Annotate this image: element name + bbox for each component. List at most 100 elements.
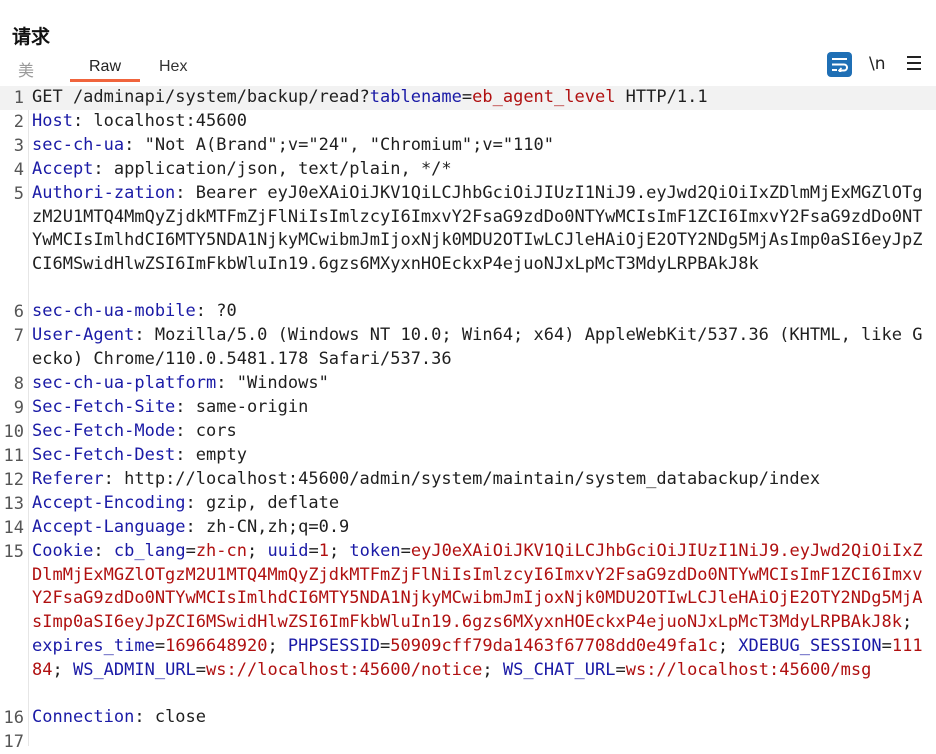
header-name: User-Agent — [32, 325, 135, 345]
request-line[interactable]: 15 Cookie: cb_lang=zh-cn; uuid=1; token=e… — [0, 540, 936, 706]
header-name: Cookie — [32, 541, 94, 561]
request-line[interactable]: 13 Accept-Encoding: gzip, deflate — [0, 492, 936, 516]
header-name: Referer — [32, 469, 104, 489]
line-number: 3 — [13, 136, 24, 156]
request-line[interactable]: 3 sec-ch-ua: "Not A(Brand";v="24", "Chrom… — [0, 134, 936, 158]
header-name: Authori-zation — [32, 183, 176, 203]
equals-sign: = — [400, 541, 411, 561]
line-content: GET /adminapi/system/backup/read?tablena… — [32, 86, 928, 110]
line-number: 5 — [13, 184, 24, 204]
header-name: Accept-Encoding — [32, 493, 186, 513]
header-name: Connection — [32, 707, 135, 727]
cookie-name: PHPSESSID — [287, 635, 381, 656]
request-line[interactable]: 14 Accept-Language: zh-CN,zh;q=0.9 — [0, 516, 936, 540]
header-value: : http://localhost:45600/admin/system/ma… — [103, 469, 821, 489]
cookie-value: ws://localhost:45600/msg — [625, 659, 872, 680]
request-method-path: GET /adminapi/system/backup/read? — [32, 87, 370, 107]
tab-pretty[interactable]: 美 — [18, 57, 34, 81]
request-line[interactable]: 10 Sec-Fetch-Mode: cors — [0, 420, 936, 444]
cookie-value: ws://localhost:45600/notice — [206, 659, 483, 680]
cookie-separator: ; — [901, 612, 923, 633]
header-name: Host — [32, 111, 73, 131]
show-newlines-button[interactable]: \n — [869, 54, 886, 74]
line-content: User-Agent: Mozilla/5.0 (Windows NT 10.0… — [32, 324, 928, 371]
cookie-name: cb_lang — [113, 541, 186, 561]
panel-title: 请求 — [12, 26, 51, 48]
cookie-separator: ; — [52, 659, 73, 680]
header-value: : "Windows" — [216, 373, 329, 393]
line-number: 4 — [13, 160, 24, 180]
wrap-lines-button[interactable] — [827, 52, 852, 77]
line-content: Accept-Language: zh-CN,zh;q=0.9 — [32, 516, 928, 540]
cookie-separator: ; — [717, 635, 739, 656]
cookie-name: uuid — [267, 541, 309, 561]
line-content: Referer: http://localhost:45600/admin/sy… — [32, 468, 928, 492]
line-number: 11 — [3, 446, 24, 466]
cookie-value: zh-cn — [195, 541, 247, 561]
line-number: 14 — [3, 518, 24, 538]
request-editor[interactable]: 1 GET /adminapi/system/backup/read?tablen… — [0, 86, 936, 752]
cookie-value: 1696648920 — [165, 635, 268, 656]
equals-sign: = — [461, 87, 473, 107]
request-line[interactable]: 11 Sec-Fetch-Dest: empty — [0, 444, 936, 468]
header-value: : gzip, deflate — [185, 493, 340, 513]
header-value: : cors — [175, 421, 237, 441]
line-content: Sec-Fetch-Mode: cors — [32, 420, 928, 444]
line-number: 7 — [13, 326, 24, 346]
line-content: Sec-Fetch-Dest: empty — [32, 444, 928, 468]
request-line[interactable]: 5 Authori-zation: Bearer eyJ0eXAiOiJKV1Qi… — [0, 182, 936, 300]
equals-sign: = — [881, 635, 892, 656]
line-content: sec-ch-ua: "Not A(Brand";v="24", "Chromi… — [32, 134, 928, 158]
line-content: Sec-Fetch-Site: same-origin — [32, 396, 928, 420]
line-number: 12 — [3, 470, 24, 490]
line-content: Connection: close — [32, 706, 928, 730]
cookie-value: 50909cff79da1463f67708dd0e49fa1c — [390, 635, 718, 656]
active-tab-indicator — [70, 79, 140, 82]
cookie-separator: ; — [482, 659, 503, 680]
header-value: : ?0 — [195, 301, 237, 321]
line-number: 10 — [3, 422, 24, 442]
line-number: 9 — [13, 398, 24, 418]
cookie-value: 1 — [318, 541, 329, 561]
request-line[interactable]: 8 sec-ch-ua-platform: "Windows" — [0, 372, 936, 396]
equals-sign: = — [380, 635, 391, 656]
request-line[interactable]: 12 Referer: http://localhost:45600/admin/… — [0, 468, 936, 492]
line-content: sec-ch-ua-platform: "Windows" — [32, 372, 928, 396]
cookie-name: token — [349, 541, 401, 561]
request-line[interactable]: 4 Accept: application/json, text/plain, *… — [0, 158, 936, 182]
tab-raw[interactable]: Raw — [72, 58, 138, 76]
line-number: 2 — [13, 112, 24, 132]
header-value: : application/json, text/plain, */* — [93, 159, 452, 179]
hamburger-menu-icon[interactable] — [907, 56, 921, 70]
line-content: Accept-Encoding: gzip, deflate — [32, 492, 928, 516]
cookie-separator: ; — [267, 635, 288, 656]
header-name: Accept — [32, 159, 94, 179]
request-line[interactable]: 16 Connection: close — [0, 706, 936, 730]
request-line[interactable]: 6 sec-ch-ua-mobile: ?0 — [0, 300, 936, 324]
line-number: 6 — [13, 302, 24, 322]
equals-sign: = — [195, 659, 207, 680]
request-line[interactable]: 17 — [0, 730, 936, 754]
line-content: Accept: application/json, text/plain, */… — [32, 158, 928, 182]
request-line[interactable]: 9 Sec-Fetch-Site: same-origin — [0, 396, 936, 420]
header-separator: : — [93, 541, 114, 561]
tab-hex[interactable]: Hex — [159, 58, 187, 76]
header-name: Sec-Fetch-Mode — [32, 421, 176, 441]
request-line[interactable]: 2 Host: localhost:45600 — [0, 110, 936, 134]
header-value: : Mozilla/5.0 (Windows NT 10.0; Win64; x… — [32, 325, 923, 369]
header-value: : zh-CN,zh;q=0.9 — [185, 517, 350, 537]
query-param-name: tablename — [369, 87, 462, 107]
request-line[interactable]: 7 User-Agent: Mozilla/5.0 (Windows NT 10.… — [0, 324, 936, 372]
equals-sign: = — [154, 635, 166, 656]
header-name: sec-ch-ua-mobile — [32, 301, 196, 321]
line-content: Cookie: cb_lang=zh-cn; uuid=1; token=eyJ… — [32, 540, 928, 682]
cookie-name: XDEBUG_SESSION — [738, 635, 882, 656]
equals-sign: = — [185, 541, 196, 561]
header-name: sec-ch-ua — [32, 135, 125, 155]
line-content: Host: localhost:45600 — [32, 110, 928, 134]
request-line[interactable]: 1 GET /adminapi/system/backup/read?tablen… — [0, 86, 936, 110]
header-name: sec-ch-ua-platform — [32, 373, 217, 393]
header-name: Sec-Fetch-Dest — [32, 445, 176, 465]
line-content: Authori-zation: Bearer eyJ0eXAiOiJKV1QiL… — [32, 182, 928, 277]
header-value: : empty — [175, 445, 247, 465]
